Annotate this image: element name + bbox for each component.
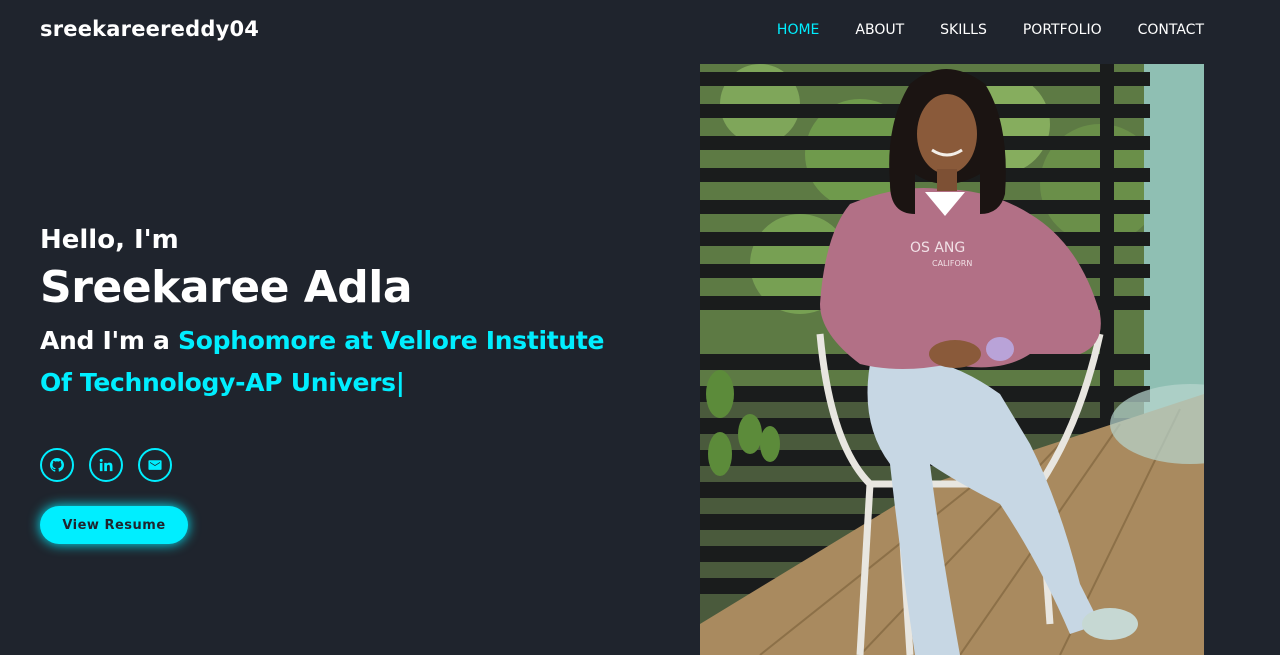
nav-home[interactable]: HOME: [777, 22, 819, 38]
github-icon: [50, 458, 64, 472]
nav-contact[interactable]: CONTACT: [1138, 22, 1204, 38]
email-link[interactable]: [138, 448, 172, 482]
hero-greeting: Hello, I'm: [40, 225, 179, 255]
mail-icon: [148, 460, 162, 470]
github-link[interactable]: [40, 448, 74, 482]
site-header: sreekareereddy04 HOME ABOUT SKILLS PORTF…: [0, 0, 1280, 62]
social-links: [40, 448, 172, 482]
typing-cursor: |: [395, 368, 405, 397]
role-prefix: And I'm a: [40, 326, 179, 355]
role-line-2: Of Technology-AP Univers: [40, 368, 396, 397]
linkedin-link[interactable]: [89, 448, 123, 482]
profile-photo-illustration: OS ANG CALIFORN: [700, 64, 1204, 655]
nav-skills[interactable]: SKILLS: [940, 22, 987, 38]
linkedin-icon: [99, 458, 113, 472]
portfolio-page: sreekareereddy04 HOME ABOUT SKILLS PORTF…: [0, 0, 1280, 655]
nav-about[interactable]: ABOUT: [855, 22, 904, 38]
view-resume-button[interactable]: View Resume: [40, 506, 188, 544]
main-nav: HOME ABOUT SKILLS PORTFOLIO CONTACT: [777, 22, 1204, 38]
site-logo[interactable]: sreekareereddy04: [40, 17, 259, 41]
nav-portfolio[interactable]: PORTFOLIO: [1023, 22, 1102, 38]
svg-text:CALIFORN: CALIFORN: [932, 259, 972, 268]
hero-text: Hello, I'm Sreekaree Adla And I'm a Soph…: [40, 222, 640, 404]
profile-photo: OS ANG CALIFORN: [700, 64, 1204, 655]
hero-role: And I'm a Sophomore at Vellore Institute…: [40, 320, 640, 404]
hero-name: Sreekaree Adla: [40, 262, 413, 313]
svg-text:OS ANG: OS ANG: [910, 240, 965, 256]
role-line-1: Sophomore at Vellore Institute: [178, 326, 605, 355]
